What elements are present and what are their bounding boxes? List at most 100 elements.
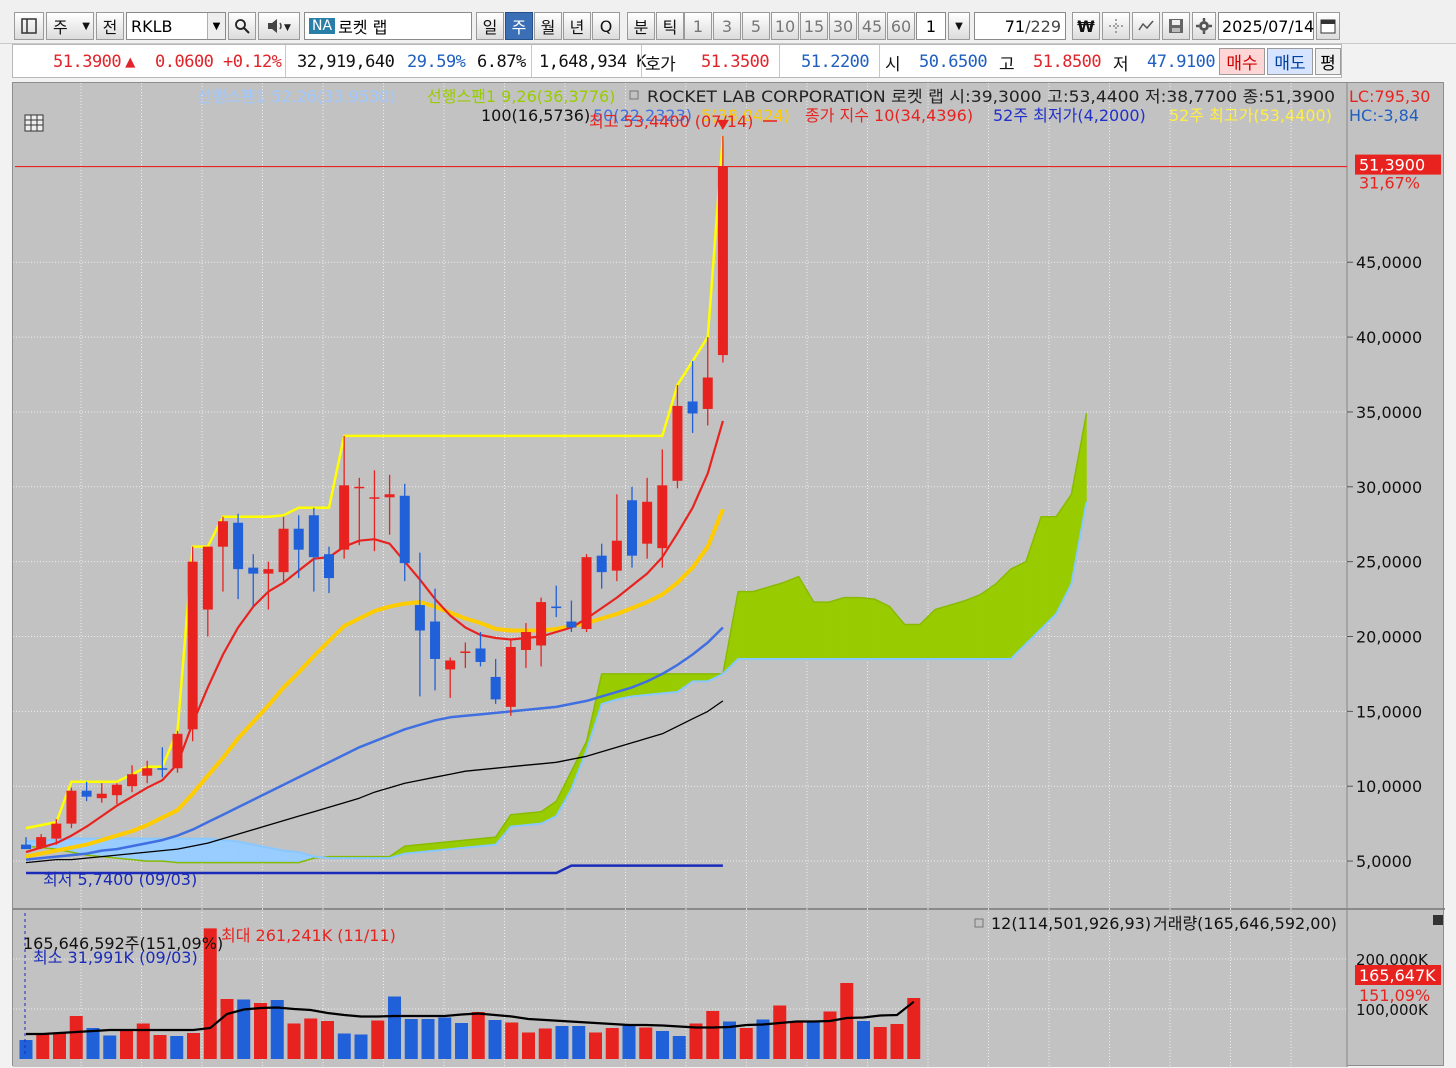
candle-body (566, 621, 577, 628)
volume-bar (890, 1024, 904, 1059)
speaker-icon[interactable]: ▼ (258, 12, 300, 40)
max-volume-annotation: 최대 261,241K (11/11) (221, 926, 396, 945)
volume-bar (287, 1023, 301, 1059)
interval-button-15[interactable]: 15 (800, 12, 828, 40)
currency-won-icon[interactable]: ₩ (1072, 12, 1100, 40)
volume-bar (505, 1022, 519, 1059)
eval-button[interactable]: 평 (1315, 48, 1341, 75)
symbol-value: RKLB (131, 16, 173, 36)
trend-line-icon[interactable] (1132, 12, 1160, 40)
cloud-segment (980, 583, 996, 660)
volume-bar (69, 1016, 83, 1059)
volume-bar (706, 1011, 720, 1059)
volume-bar (19, 1040, 33, 1059)
volume-bar (773, 1005, 787, 1059)
candle-body (581, 557, 592, 630)
calendar-icon[interactable] (1316, 12, 1340, 40)
window-menu-icon[interactable] (14, 12, 44, 40)
candle-body (354, 486, 365, 489)
volume-bar (538, 1028, 552, 1059)
cloud-segment (859, 597, 875, 660)
candle-body (657, 485, 668, 549)
candle-body (127, 774, 138, 787)
volume-bar (388, 996, 401, 1059)
save-icon[interactable] (1162, 12, 1190, 40)
min-price-annotation: 최저 5,7400 (09/03) (43, 870, 197, 889)
max-price-annotation: 최고 53,4400 (07/14) (589, 112, 753, 131)
gear-icon[interactable] (1192, 12, 1216, 40)
period-button-2[interactable]: 월 (534, 12, 562, 40)
period-button-5[interactable]: 분 (627, 12, 655, 40)
volume-ma-legend: 12(114,501,926,93) (991, 914, 1151, 933)
legend-close-index: 종가 지수 10(34,4396) (805, 106, 973, 125)
candle-body (536, 602, 547, 646)
legend-52w-high: 52주 최고가(53,4400) (1169, 106, 1332, 125)
divider (779, 45, 780, 77)
interval-button-60[interactable]: 60 (887, 12, 915, 40)
buy-button[interactable]: 매수 (1219, 48, 1265, 75)
period-button-0[interactable]: 일 (476, 12, 504, 40)
candle-body (233, 522, 244, 570)
interval-button-3[interactable]: 3 (713, 12, 741, 40)
volume-legend: 거래량(165,646,592,00) (1153, 914, 1337, 933)
legend-52w-low: 52주 최저가(4,2000) (993, 106, 1146, 125)
interval-button-1[interactable]: 1 (684, 12, 712, 40)
period-button-3[interactable]: 년 (563, 12, 591, 40)
search-icon[interactable] (228, 12, 256, 40)
price-tag-value: 51,3900 (1359, 156, 1425, 175)
divider (531, 45, 532, 77)
chevron-down-icon[interactable]: ▼ (207, 13, 225, 39)
interval-button-30[interactable]: 30 (829, 12, 857, 40)
interval-button-5[interactable]: 5 (742, 12, 770, 40)
chart-frame[interactable]: 5,0000 10,0000 15,0000 20,0000 25,0000 30,000… (12, 82, 1445, 1067)
chevron-down-icon[interactable]: ▼ (948, 12, 970, 40)
count-field[interactable]: 71 /229 (974, 12, 1066, 40)
candle-body (627, 500, 637, 556)
volume-bar (689, 1023, 703, 1059)
prev-button[interactable]: 전 (96, 12, 124, 40)
volume-bar (672, 1036, 686, 1059)
interval-button-10[interactable]: 10 (771, 12, 799, 40)
price-volume-chart[interactable]: 5,0000 10,0000 15,0000 20,0000 25,0000 30,000… (13, 83, 1445, 1067)
symbol-input[interactable]: RKLB ▼ (126, 12, 226, 40)
cloud-segment (131, 838, 148, 862)
price-tag-pct: 31,67% (1359, 174, 1420, 193)
market-type-select[interactable]: 주 ▼ (46, 12, 94, 40)
candle-body (96, 793, 107, 799)
sell-button[interactable]: 매도 (1267, 48, 1313, 75)
cloud-segment (843, 597, 860, 660)
interval-button-45[interactable]: 45 (858, 12, 886, 40)
candle-body (263, 569, 274, 574)
y-tick-label: 5,0000 (1356, 852, 1412, 871)
crosshair-icon[interactable] (1102, 12, 1130, 40)
open-label: 시 (885, 54, 901, 75)
min-volume-annotation: 최소 31,991K (09/03) (33, 948, 198, 967)
period-button-1[interactable]: 주 (505, 12, 533, 40)
date-field[interactable]: 2025/07/14 (1218, 12, 1314, 40)
market-type-label: 주 (53, 18, 68, 37)
cloud-segment (874, 598, 890, 660)
up-arrow-icon: ▲ (125, 52, 135, 72)
stock-name-field[interactable]: NA 로켓 랩 (304, 12, 472, 40)
volume-bar (471, 1012, 485, 1059)
candle-body (475, 648, 486, 662)
volume-bar (823, 1011, 837, 1059)
interval-value-field[interactable]: 1 (916, 12, 946, 40)
y-tick-label: 25,0000 (1356, 553, 1422, 572)
y-tick-label: 35,0000 (1356, 403, 1422, 422)
bid-label: 호가 (645, 54, 676, 75)
legend-span-faded: 선행스팬1 52.26(33.9530) (197, 87, 396, 106)
count-total: /229 (1025, 16, 1061, 36)
cloud-segment (662, 673, 678, 694)
period-button-4[interactable]: Q (592, 12, 620, 40)
count-display: 71 (1004, 16, 1026, 36)
volume-bar (739, 1028, 753, 1059)
candle-body (505, 646, 516, 707)
pane-close-icon[interactable] (1433, 915, 1443, 925)
candle-body (445, 660, 456, 670)
volume-bar (438, 1017, 452, 1059)
chart-settings-icon[interactable] (24, 114, 44, 132)
period-button-6[interactable]: 틱 (656, 12, 684, 40)
candle-body (717, 166, 728, 356)
current-price: 51.3900 ▲ (53, 49, 135, 75)
